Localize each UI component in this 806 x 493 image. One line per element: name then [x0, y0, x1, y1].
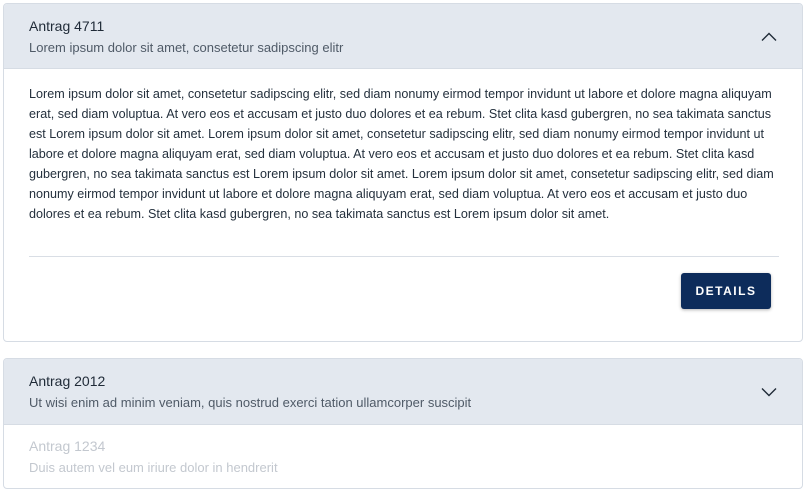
accordion-header-antrag-4711[interactable]: Antrag 4711 Lorem ipsum dolor sit amet, …	[4, 4, 802, 69]
divider	[29, 256, 779, 257]
panel-subtitle: Lorem ipsum dolor sit amet, consetetur s…	[29, 40, 344, 55]
accordion-panel-antrag-2012: Antrag 2012 Ut wisi enim ad minim veniam…	[3, 358, 803, 489]
details-button[interactable]: DETAILS	[681, 273, 771, 309]
panel-subtitle: Ut wisi enim ad minim veniam, quis nostr…	[29, 395, 472, 410]
panel-title: Antrag 2012	[29, 373, 106, 389]
item-title: Antrag 1234	[29, 438, 106, 454]
chevron-down-icon[interactable]	[760, 383, 778, 401]
accordion-header-antrag-2012[interactable]: Antrag 2012 Ut wisi enim ad minim veniam…	[4, 359, 802, 425]
panel-body-text: Lorem ipsum dolor sit amet, consetetur s…	[29, 87, 774, 221]
accordion-panel-antrag-4711: Antrag 4711 Lorem ipsum dolor sit amet, …	[3, 3, 803, 342]
panel-title: Antrag 4711	[29, 18, 105, 34]
chevron-up-icon[interactable]	[760, 28, 778, 46]
list-item-antrag-1234-disabled: Antrag 1234 Duis autem vel eum iriure do…	[4, 425, 802, 488]
item-subtitle: Duis autem vel eum iriure dolor in hendr…	[29, 460, 278, 475]
